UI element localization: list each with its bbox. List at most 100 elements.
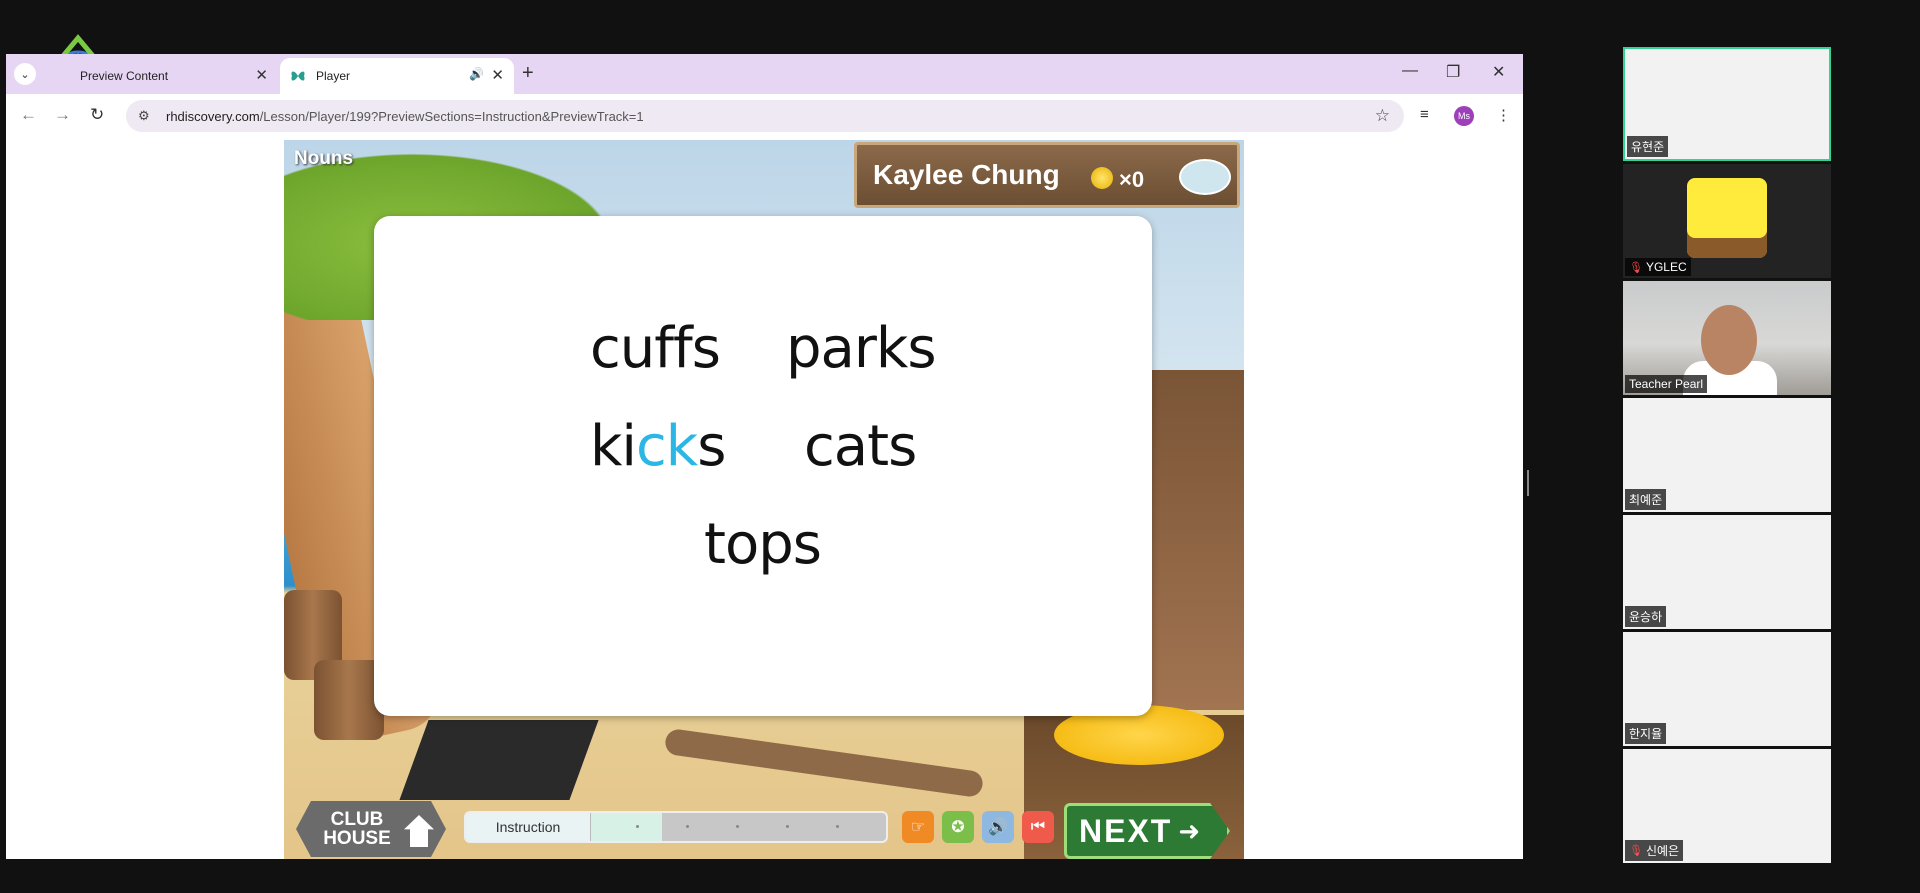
speaker-icon[interactable]: 🔊 — [469, 67, 484, 81]
participant-tile[interactable]: 유현준 — [1623, 47, 1831, 161]
browser-window: ⌄ Preview Content ✕ Player 🔊 ✕ + — ❐ ✕ ←… — [6, 54, 1523, 859]
progress-dot — [636, 825, 639, 828]
participant-tile[interactable]: 최예준 — [1623, 398, 1831, 512]
tab-preview-content[interactable]: Preview Content ✕ — [44, 58, 278, 94]
tab-strip: ⌄ Preview Content ✕ Player 🔊 ✕ + — ❐ ✕ — [6, 54, 1523, 94]
student-name-board: Kaylee Chung ×0 — [854, 142, 1240, 208]
word-text: s — [697, 414, 726, 479]
word-text: ki — [590, 414, 637, 479]
participant-name-text: 최예준 — [1629, 493, 1663, 507]
progress-dot — [686, 825, 689, 828]
address-bar[interactable]: ⚙ rhdiscovery.com/Lesson/Player/199?Prev… — [126, 100, 1404, 132]
word-tops[interactable]: tops — [704, 512, 822, 577]
new-tab-icon[interactable]: + — [522, 62, 534, 85]
progress-section-label: Instruction — [466, 813, 591, 841]
tab-search-button[interactable]: ⌄ — [14, 63, 36, 85]
progress-dot — [736, 825, 739, 828]
next-label: NEXT — [1079, 812, 1173, 849]
player-controls: CLUB HOUSE Instruction ☞ ✪ 🔊 ⏮ NEXT ➜ — [284, 795, 1244, 859]
highlighted-letters: ck — [636, 414, 698, 479]
participant-name: 🎙 신예은 — [1625, 840, 1684, 861]
participant-video-person — [1701, 305, 1757, 375]
participant-name-text: Teacher Pearl — [1629, 377, 1704, 391]
word-kicks[interactable]: kicks — [590, 414, 726, 479]
participant-name: 최예준 — [1625, 489, 1667, 510]
tab-title: Player — [316, 69, 351, 83]
participant-name-text: 한지율 — [1629, 727, 1663, 741]
forward-icon[interactable]: → — [54, 105, 71, 125]
lesson-player: Nouns Kaylee Chung ×0 cuffs parks kicks — [284, 140, 1244, 859]
tab-player[interactable]: Player 🔊 ✕ — [280, 58, 514, 94]
audio-button[interactable]: 🔊 — [982, 811, 1014, 843]
participant-name: 🎙 YGLEC — [1625, 258, 1691, 276]
clubhouse-button[interactable]: CLUB HOUSE — [296, 801, 446, 857]
student-name: Kaylee Chung — [873, 159, 1060, 190]
close-tab-icon[interactable]: ✕ — [491, 66, 504, 84]
lesson-title: Nouns — [294, 148, 354, 169]
media-controls-icon[interactable]: ≡ — [1420, 106, 1429, 123]
word-text: parks — [786, 316, 936, 381]
profile-avatar[interactable]: Ms — [1454, 106, 1474, 126]
word-cats[interactable]: cats — [804, 414, 917, 479]
house-icon — [404, 815, 434, 847]
participant-name-text: 윤승하 — [1629, 610, 1663, 624]
coin-count: ×0 — [1119, 167, 1145, 192]
section-progress-bar: Instruction — [464, 811, 888, 843]
participant-name: 윤승하 — [1625, 606, 1667, 627]
minimize-icon[interactable]: — — [1402, 62, 1418, 80]
url-host: rhdiscovery.com — [166, 109, 260, 124]
hand-icon: ☞ — [910, 819, 926, 836]
restore-icon[interactable]: ❐ — [1446, 62, 1460, 82]
participant-name: 한지율 — [1625, 723, 1667, 744]
participant-name: 유현준 — [1627, 136, 1669, 157]
coin-icon — [1091, 167, 1113, 189]
participant-name-text: 신예은 — [1645, 844, 1680, 858]
bookmark-star-icon[interactable]: ☆ — [1375, 106, 1390, 126]
word-text: cats — [804, 414, 917, 479]
participant-tile[interactable]: 🎙 YGLEC — [1623, 164, 1831, 278]
butterfly-favicon-icon — [291, 71, 305, 81]
participant-avatar-image — [1687, 178, 1767, 258]
browser-toolbar: ← → ↻ ⚙ rhdiscovery.com/Lesson/Player/19… — [6, 94, 1523, 138]
participant-name: Teacher Pearl — [1625, 375, 1708, 393]
participant-tile[interactable]: 🎙 신예은 — [1623, 749, 1831, 863]
participant-name-text: YGLEC — [1645, 260, 1687, 274]
close-tab-icon[interactable]: ✕ — [255, 66, 268, 84]
chevron-down-icon: ⌄ — [20, 68, 30, 81]
arrow-right-icon: ➜ — [1178, 815, 1201, 846]
url-path: /Lesson/Player/199?PreviewSections=Instr… — [259, 109, 644, 124]
progress-dot — [836, 825, 839, 828]
pirate-flag — [399, 720, 599, 800]
rewind-icon: ⏮ — [1030, 818, 1046, 835]
next-button[interactable]: NEXT ➜ — [1064, 803, 1230, 859]
page-content: Nouns Kaylee Chung ×0 cuffs parks kicks — [6, 140, 1523, 859]
word-card: cuffs parks kicks cats tops — [374, 216, 1152, 716]
participant-tile[interactable]: Teacher Pearl — [1623, 281, 1831, 395]
hint-button[interactable]: ☞ — [902, 811, 934, 843]
more-menu-icon[interactable]: ⋮ — [1496, 106, 1511, 124]
tab-title: Preview Content — [80, 69, 169, 83]
back-icon[interactable]: ← — [20, 105, 37, 125]
clubhouse-label: CLUB HOUSE — [323, 809, 391, 849]
rewards-button[interactable]: ✪ — [942, 811, 974, 843]
participant-tile[interactable]: 한지율 — [1623, 632, 1831, 746]
oar — [663, 727, 985, 799]
reload-icon[interactable]: ↻ — [90, 105, 104, 125]
student-avatar[interactable] — [1179, 159, 1231, 195]
mic-muted-icon: 🎙 — [1629, 261, 1643, 274]
word-parks[interactable]: parks — [786, 316, 936, 381]
panel-resize-handle[interactable] — [1527, 470, 1529, 496]
word-text: tops — [704, 512, 822, 577]
word-cuffs[interactable]: cuffs — [590, 316, 721, 381]
rewind-button[interactable]: ⏮ — [1022, 811, 1054, 843]
participant-name-text: 유현준 — [1631, 140, 1665, 154]
close-window-icon[interactable]: ✕ — [1492, 62, 1505, 82]
speaker-icon: 🔊 — [988, 819, 1008, 836]
url-text: rhdiscovery.com/Lesson/Player/199?Previe… — [166, 109, 644, 124]
pirate-ship — [1144, 370, 1244, 710]
progress-dot — [786, 825, 789, 828]
participant-tile[interactable]: 윤승하 — [1623, 515, 1831, 629]
site-settings-icon[interactable]: ⚙ — [138, 108, 150, 124]
progress-fill — [591, 813, 662, 841]
word-text: cuffs — [590, 316, 721, 381]
